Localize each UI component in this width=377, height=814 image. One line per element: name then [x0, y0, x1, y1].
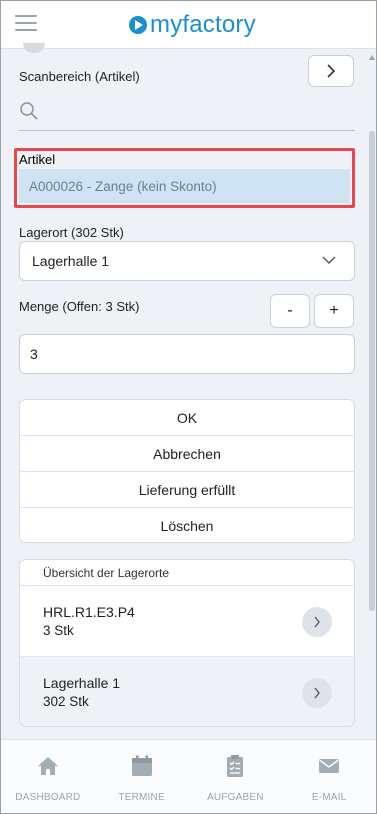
logo: myfactory — [129, 10, 256, 40]
location-name: HRL.R1.E3.P4 — [43, 604, 135, 620]
scan-search-row — [19, 95, 355, 131]
lagerort-selected-value: Lagerhalle 1 — [32, 253, 110, 269]
pull-handle — [23, 43, 45, 53]
scroll-thumb[interactable] — [369, 131, 375, 611]
lagerort-select[interactable]: Lagerhalle 1 — [19, 241, 355, 281]
chevron-right-icon — [327, 64, 336, 78]
location-quantity: 302 Stk — [43, 694, 89, 709]
clipboard-icon — [227, 755, 244, 777]
app-frame: myfactory Scanbereich (Artikel) Artikel … — [0, 0, 377, 814]
main-content: Scanbereich (Artikel) Artikel A000026 - … — [1, 43, 367, 739]
artikel-field[interactable]: A000026 - Zange (kein Skonto) — [19, 169, 350, 203]
action-button-group: OK Abbrechen Lieferung erfüllt Löschen — [19, 399, 355, 543]
search-icon — [20, 102, 38, 120]
app-header: myfactory — [1, 1, 376, 49]
location-quantity: 3 Stk — [43, 623, 74, 638]
home-icon — [37, 757, 58, 775]
artikel-label: Artikel — [19, 152, 56, 167]
nav-email[interactable]: E-MAIL — [282, 740, 376, 813]
lagerort-label: Lagerort (302 Stk) — [19, 225, 124, 240]
scan-area-label: Scanbereich (Artikel) — [19, 69, 140, 84]
location-name: Lagerhalle 1 — [43, 675, 121, 691]
nav-label: TERMINE — [118, 792, 165, 803]
quantity-input[interactable]: 3 — [19, 334, 355, 374]
delivery-fulfilled-button[interactable]: Lieferung erfüllt — [20, 472, 354, 508]
chevron-down-icon — [322, 256, 336, 264]
storage-overview-title: Übersicht der Lagerorte — [20, 560, 354, 586]
calendar-icon — [131, 755, 152, 776]
logo-play-icon — [129, 16, 147, 34]
menge-label: Menge (Offen: 3 Stk) — [19, 299, 140, 314]
chevron-right-icon[interactable] — [302, 678, 332, 708]
scrollbar[interactable] — [368, 51, 376, 735]
nav-termine[interactable]: TERMINE — [95, 740, 189, 813]
decrement-button[interactable]: - — [270, 294, 310, 328]
nav-label: AUFGABEN — [207, 792, 264, 803]
bottom-navigation: DASHBOARD TERMINE AUFGABEN E-MAIL — [1, 739, 376, 813]
nav-label: DASHBOARD — [15, 792, 81, 803]
scan-input[interactable] — [45, 99, 345, 125]
nav-aufgaben[interactable]: AUFGABEN — [189, 740, 283, 813]
chevron-right-icon[interactable] — [302, 607, 332, 637]
mail-icon — [319, 759, 340, 773]
delete-button[interactable]: Löschen — [20, 508, 354, 542]
nav-label: E-MAIL — [311, 792, 347, 803]
increment-button[interactable]: + — [314, 294, 354, 328]
menu-icon[interactable] — [15, 15, 37, 33]
cancel-button[interactable]: Abbrechen — [20, 436, 354, 472]
ok-button[interactable]: OK — [20, 400, 354, 436]
scroll-up-icon[interactable] — [369, 55, 375, 60]
next-button[interactable] — [308, 55, 354, 87]
storage-location-row[interactable]: HRL.R1.E3.P4 3 Stk — [20, 586, 354, 657]
storage-location-row[interactable]: Lagerhalle 1 302 Stk — [20, 657, 354, 726]
logo-text: myfactory — [150, 11, 256, 38]
nav-dashboard[interactable]: DASHBOARD — [1, 740, 95, 813]
storage-overview-card: Übersicht der Lagerorte HRL.R1.E3.P4 3 S… — [19, 559, 355, 727]
